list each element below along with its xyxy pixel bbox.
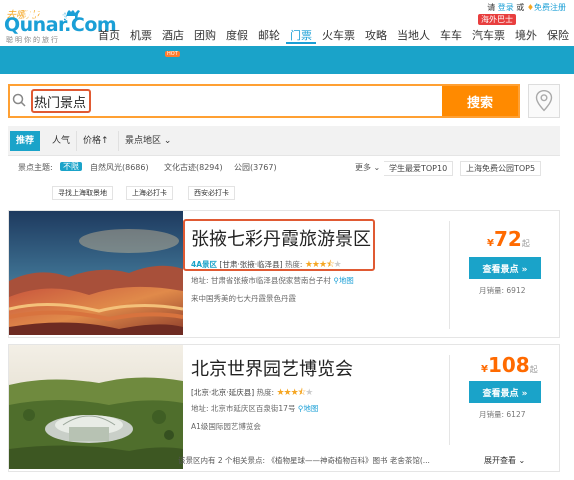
chevron-down-icon: ⌄: [518, 456, 526, 465]
greet-text: 请: [487, 3, 496, 12]
monthly-sales: 月销量: 6127: [479, 410, 526, 419]
heat-label: 热度:: [256, 388, 275, 397]
rating-stars: ★★★⯪★: [276, 388, 313, 398]
scenic-title[interactable]: 北京世界园艺博览会: [191, 355, 353, 381]
nav-tickets[interactable]: 门票: [286, 28, 316, 44]
or-text: 或: [516, 3, 525, 12]
price-from-label: 起: [529, 365, 538, 374]
scenic-photo[interactable]: [9, 345, 183, 469]
scenic-desc: A1级国际园艺博览会: [191, 422, 261, 431]
theme-nolimit[interactable]: 不限: [60, 161, 82, 172]
scenic-level-badge: 4A景区: [191, 260, 218, 269]
expo-park-image: [9, 345, 183, 469]
theme-park[interactable]: 公园(3767): [234, 162, 277, 173]
tag-xian-checkin[interactable]: 西安必打卡: [188, 186, 235, 200]
tag-shanghai-filming[interactable]: 寻找上海取景地: [52, 186, 113, 200]
tab-recommend[interactable]: 推荐: [10, 131, 41, 151]
view-scenic-button[interactable]: 查看景点 »: [469, 257, 541, 279]
price-sort-arrow-icon: ↑: [101, 136, 109, 146]
tab-popularity[interactable]: 人气: [46, 131, 76, 151]
nav-bus[interactable]: 汽车票: [468, 28, 509, 44]
tag-student-top10[interactable]: 学生最爱TOP10: [384, 161, 454, 176]
chevron-down-icon: ⌄: [163, 136, 172, 146]
subnav-domestic[interactable]: 境内门票: [24, 7, 68, 23]
theme-more[interactable]: 更多 ⌄: [355, 162, 380, 173]
register-icon: ♦: [526, 3, 534, 12]
location-pin-icon: [535, 89, 553, 112]
nav-cruise[interactable]: 邮轮: [254, 28, 284, 44]
nav-guides[interactable]: 攻略: [361, 28, 391, 44]
danxia-landscape-image: [9, 211, 183, 335]
view-scenic-button[interactable]: 查看景点 »: [469, 381, 541, 403]
map-button[interactable]: [528, 84, 560, 118]
subnav-day-tour[interactable]: 品质一日游: [112, 7, 167, 23]
rating-stars: ★★★⯪★: [304, 260, 342, 270]
nav-flights[interactable]: 机票: [126, 28, 156, 44]
theme-culture[interactable]: 文化古迹(8294): [164, 162, 223, 173]
search-highlight-box: [31, 89, 91, 113]
monthly-sales: 月销量: 6912: [479, 286, 526, 295]
scenic-address: 地址: 北京市延庆区百泉街17号: [191, 404, 296, 413]
theme-nolimit-label: 不限: [60, 162, 82, 171]
search-button[interactable]: 搜索: [442, 86, 518, 116]
chevron-down-icon: ⌄: [373, 163, 381, 172]
tab-region[interactable]: 景点地区 ⌄: [118, 131, 177, 151]
scenic-title[interactable]: 张掖七彩丹霞旅游景区: [191, 225, 371, 251]
subnav-overseas[interactable]: 玩转海外: [206, 7, 250, 23]
nav-locals[interactable]: 当地人: [393, 28, 434, 44]
login-link[interactable]: 登录: [498, 3, 514, 12]
scenic-region: [北京·北京·延庆县]: [191, 388, 255, 397]
price: ¥72起: [487, 227, 530, 251]
price: ¥108起: [481, 353, 538, 377]
card-divider: [449, 221, 450, 329]
register-link[interactable]: 免费注册: [534, 3, 566, 12]
nav-insurance[interactable]: 保险: [543, 28, 573, 44]
tab-region-label: 景点地区: [125, 136, 162, 146]
nav-hotels[interactable]: 酒店: [158, 28, 188, 44]
nav-vacation[interactable]: 度假: [222, 28, 252, 44]
scenic-address: 地址: 甘肃省张掖市临泽县倪家营南台子村: [191, 276, 331, 285]
overseas-bus-badge[interactable]: 海外巴士: [478, 14, 516, 25]
currency-symbol: ¥: [481, 364, 488, 375]
theme-label: 景点主题:: [18, 163, 53, 172]
expand-button[interactable]: 展开查看 ⌄: [484, 452, 525, 470]
nav-car[interactable]: 车车: [436, 28, 466, 44]
tag-shanghai-checkin[interactable]: 上海必打卡: [126, 186, 173, 200]
top-links: 请 登录 或 ♦免费注册: [487, 2, 566, 13]
price-value: 72: [493, 227, 522, 251]
hot-badge: HOT: [165, 51, 180, 57]
main-nav: 首页 机票 酒店 团购 度假 邮轮 门票 火车票 攻略 当地人 车车 汽车票 境…: [94, 28, 574, 44]
scenic-region: [甘肃·张掖·临泽县]: [219, 260, 283, 269]
map-link[interactable]: 地图: [339, 276, 354, 285]
nav-group-buy[interactable]: 团购: [190, 28, 220, 44]
sub-nav: [0, 46, 574, 74]
heat-label: 热度:: [284, 260, 303, 269]
nav-home[interactable]: 首页: [94, 28, 124, 44]
theme-nature[interactable]: 自然风光(8686): [90, 162, 149, 173]
scenic-card: 张掖七彩丹霞旅游景区 4A景区 [甘肃·张掖·临泽县] 热度: ★★★⯪★ 地址…: [8, 210, 560, 338]
price-value: 108: [487, 353, 530, 377]
tag-shanghai-free-parks[interactable]: 上海免费公园TOP5: [460, 161, 542, 176]
nav-train[interactable]: 火车票: [318, 28, 359, 44]
nav-overseas[interactable]: 境外: [511, 28, 541, 44]
search-icon: [12, 93, 26, 107]
expand-label: 展开查看: [484, 456, 516, 465]
tab-price[interactable]: 价格↑: [76, 131, 115, 151]
tab-price-label: 价格: [83, 136, 102, 146]
scenic-desc: 来中国秀美的七大丹霞景色丹霞: [191, 294, 296, 303]
theme-more-label: 更多: [355, 163, 371, 172]
map-link[interactable]: 地图: [303, 404, 318, 413]
subnav-map[interactable]: 地图找景点: [378, 7, 433, 23]
price-from-label: 起: [521, 239, 530, 248]
subnav-hk-mo-tw[interactable]: 港澳台门票: [290, 7, 345, 23]
logo-slogan: 聪明你的旅行: [6, 36, 60, 44]
currency-symbol: ¥: [487, 238, 494, 249]
scenic-photo[interactable]: [9, 211, 183, 335]
card-divider: [449, 355, 450, 445]
